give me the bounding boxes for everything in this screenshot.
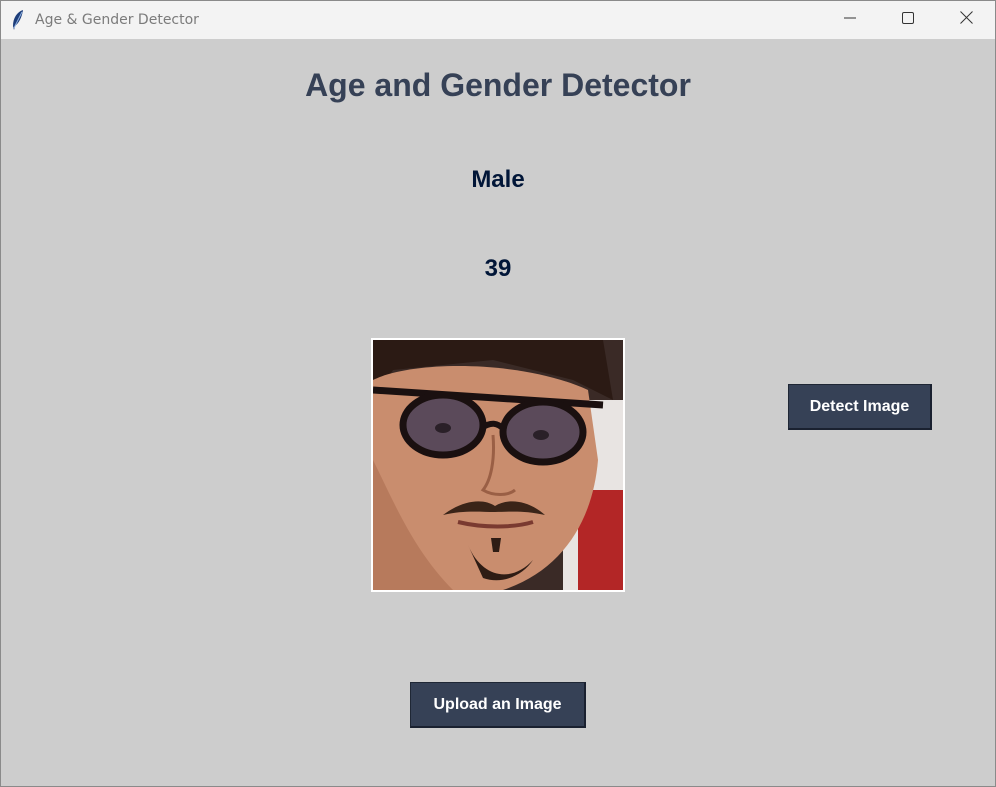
maximize-button[interactable]	[879, 1, 937, 39]
feather-icon	[9, 9, 27, 31]
window-title: Age & Gender Detector	[35, 12, 199, 28]
app-window: Age & Gender Detector Age and Gender Det…	[0, 0, 996, 787]
minimize-button[interactable]	[821, 1, 879, 39]
window-controls	[821, 1, 995, 39]
minimize-icon	[844, 11, 856, 29]
page-title: Age and Gender Detector	[305, 67, 691, 103]
uploaded-face-image	[371, 338, 625, 592]
age-result-label: 39	[484, 255, 512, 282]
detect-image-button[interactable]: Detect Image	[788, 384, 932, 430]
title-bar[interactable]: Age & Gender Detector	[1, 1, 995, 39]
gender-result-label: Male	[471, 166, 525, 193]
close-button[interactable]	[937, 1, 995, 39]
maximize-icon	[902, 11, 914, 29]
upload-image-button[interactable]: Upload an Image	[410, 682, 586, 728]
close-icon	[959, 11, 973, 29]
